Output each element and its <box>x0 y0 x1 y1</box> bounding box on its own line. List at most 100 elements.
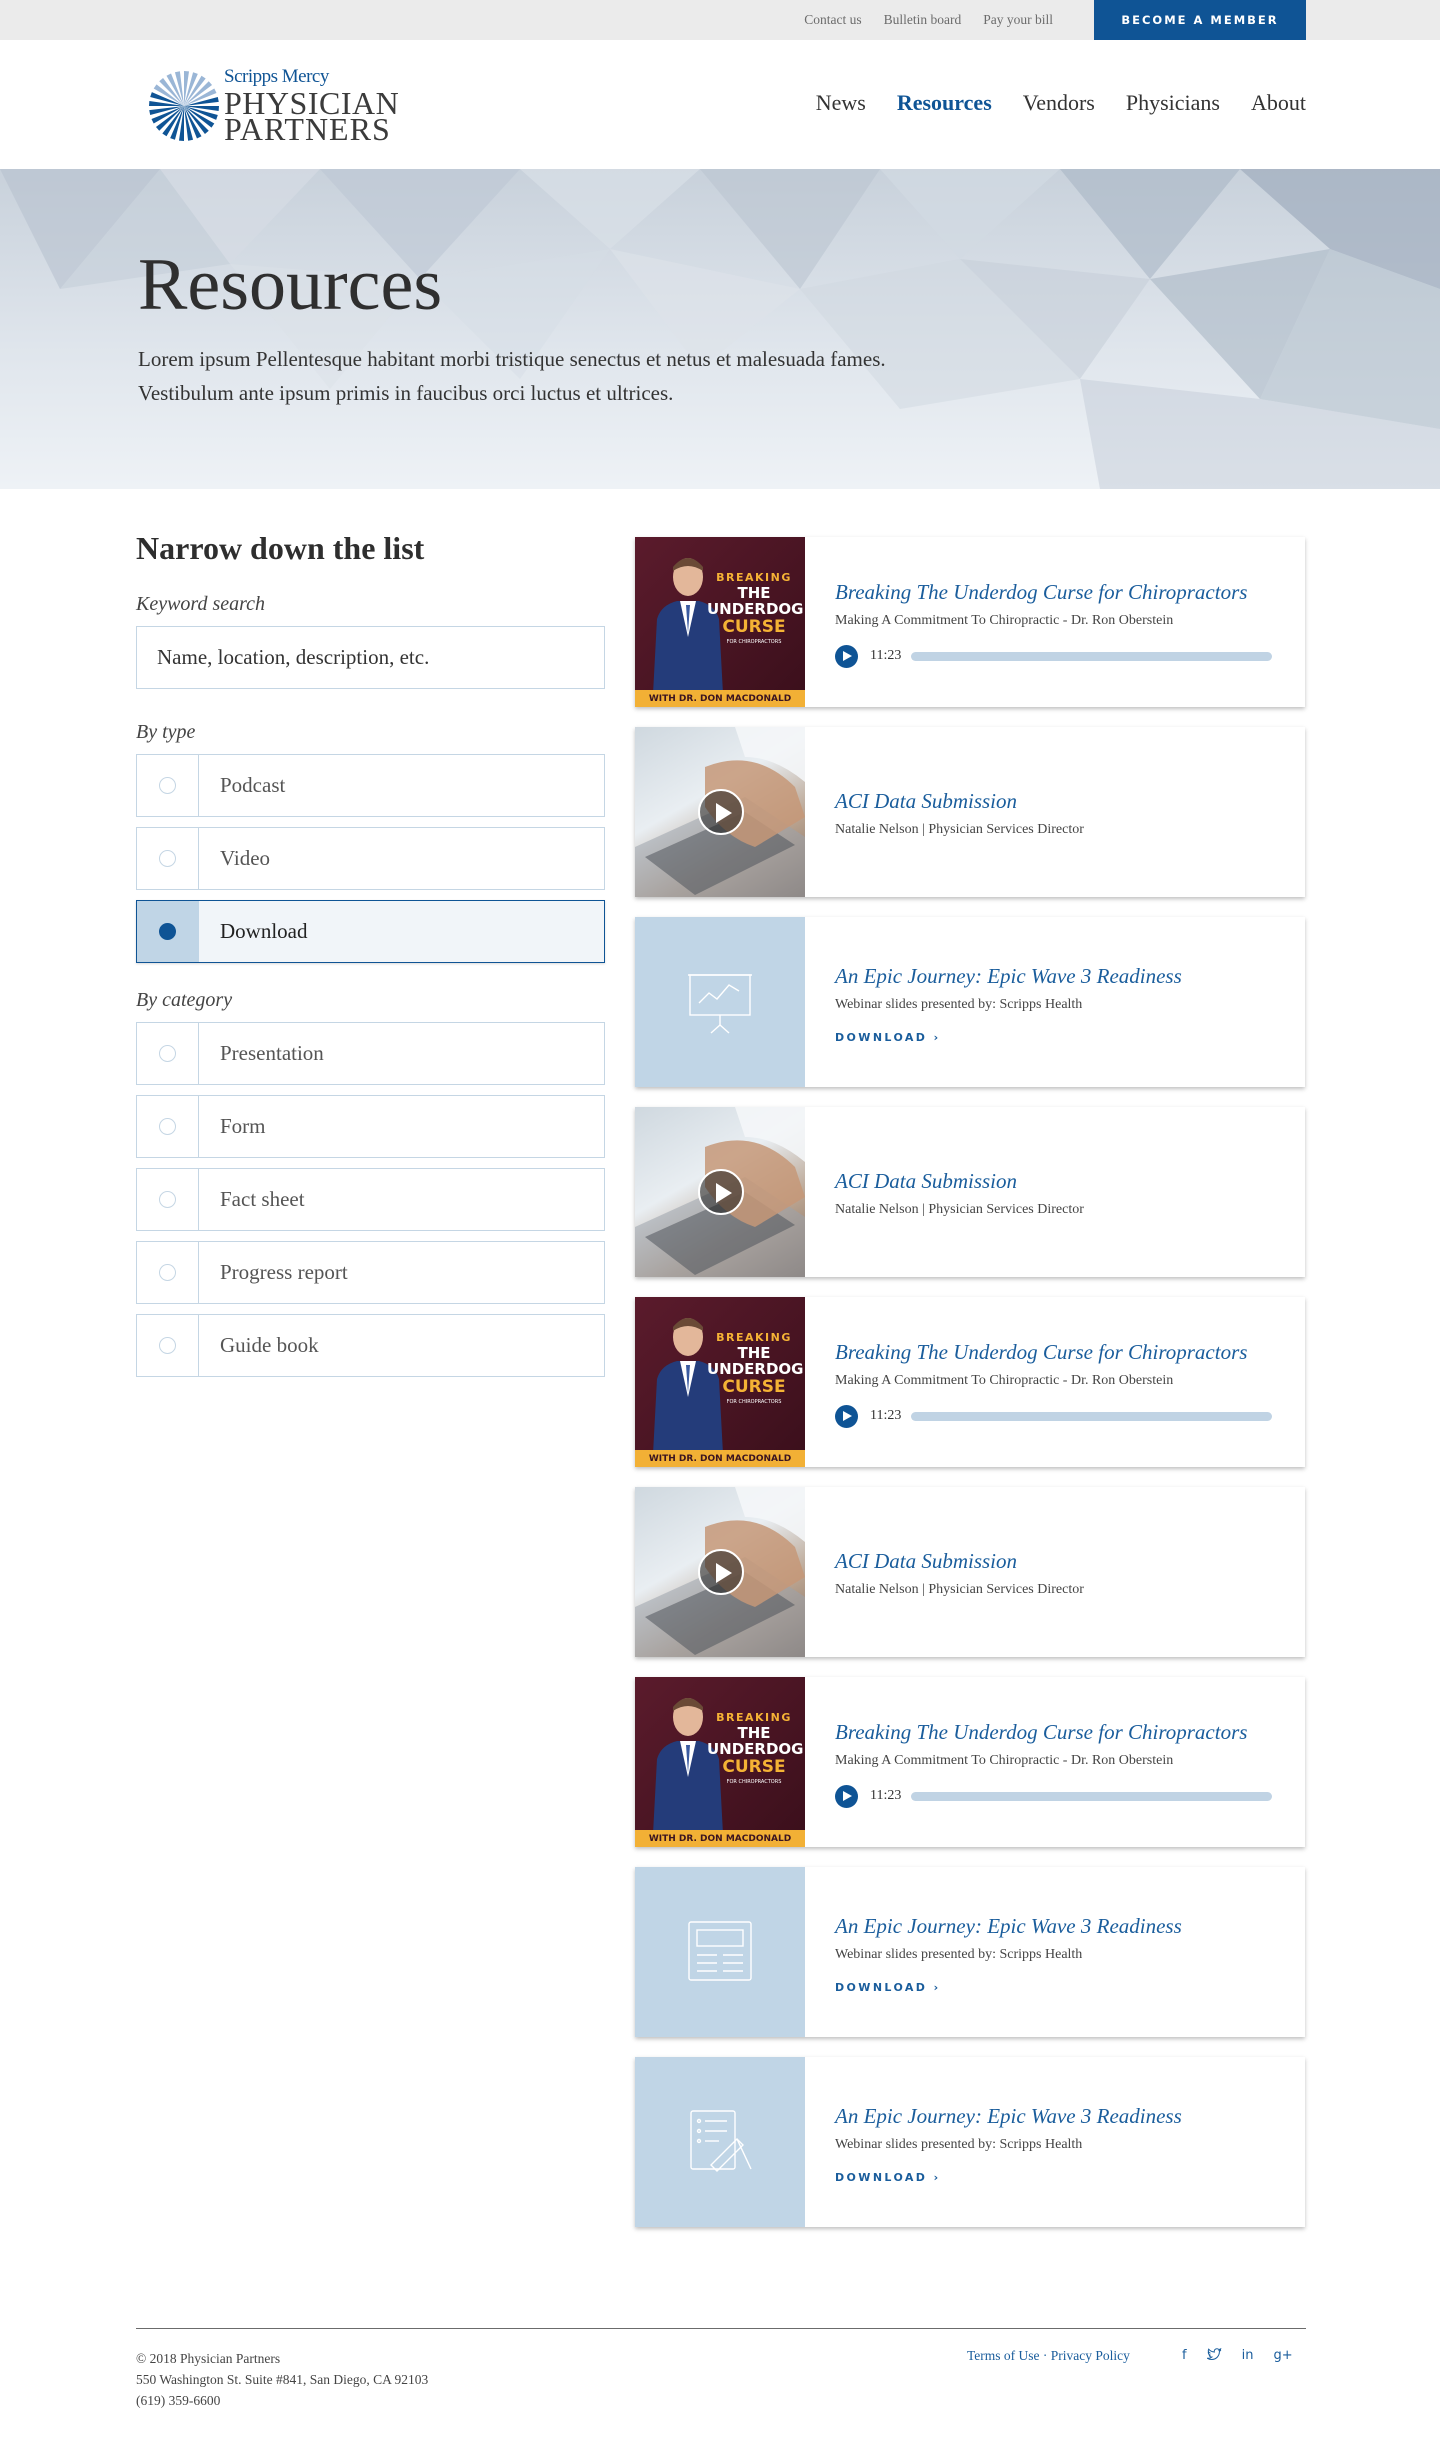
nav-physicians[interactable]: Physicians <box>1126 90 1220 116</box>
play-audio-icon[interactable] <box>835 1404 858 1428</box>
download-link[interactable]: DOWNLOAD › <box>835 1031 1285 1044</box>
category-option-guide-book[interactable]: Guide book <box>136 1314 605 1377</box>
bulletin-board-link[interactable]: Bulletin board <box>884 12 962 28</box>
resource-card-podcast[interactable]: BREAKING THE UNDERDOG CURSE FOR CHIROPRA… <box>635 1677 1305 1847</box>
radio-button[interactable] <box>137 1315 199 1376</box>
category-option-form[interactable]: Form <box>136 1095 605 1158</box>
type-option-download[interactable]: Download <box>136 900 605 963</box>
category-option-fact-sheet[interactable]: Fact sheet <box>136 1168 605 1231</box>
card-title[interactable]: Breaking The Underdog Curse for Chiropra… <box>835 1337 1285 1367</box>
category-option-progress-report[interactable]: Progress report <box>136 1241 605 1304</box>
terms-of-use-link[interactable]: Terms of Use <box>967 2348 1040 2363</box>
card-subtitle: Natalie Nelson | Physician Services Dire… <box>835 1202 1084 1217</box>
privacy-policy-link[interactable]: Privacy Policy <box>1051 2348 1130 2363</box>
podcast-cover-image[interactable]: BREAKING THE UNDERDOG CURSE FOR CHIROPRA… <box>635 1297 805 1467</box>
nav-resources[interactable]: Resources <box>897 90 992 116</box>
cover-text: FOR CHIROPRACTORS <box>726 1399 782 1405</box>
radio-button[interactable] <box>137 755 199 816</box>
download-thumbnail[interactable] <box>635 1867 805 2037</box>
resource-card-podcast[interactable]: BREAKING THE UNDERDOG CURSE FOR CHIROPRA… <box>635 1297 1305 1467</box>
card-info: ACI Data Submission Natalie Nelson | Phy… <box>835 1487 1285 1657</box>
card-info: ACI Data Submission Natalie Nelson | Phy… <box>835 727 1285 897</box>
type-option-video[interactable]: Video <box>136 827 605 890</box>
audio-duration: 11:23 <box>870 648 902 663</box>
audio-progress-bar[interactable] <box>911 651 1273 661</box>
card-title[interactable]: An Epic Journey: Epic Wave 3 Readiness <box>835 961 1285 991</box>
card-title[interactable]: Breaking The Underdog Curse for Chiropra… <box>835 577 1285 607</box>
option-label: Podcast <box>220 773 286 797</box>
play-audio-icon[interactable] <box>835 1784 858 1808</box>
radio-button-selected[interactable] <box>137 901 199 962</box>
radio-button[interactable] <box>137 1242 199 1303</box>
card-subtitle: Making A Commitment To Chiropractic - Dr… <box>835 1752 1174 1768</box>
card-info: Breaking The Underdog Curse for Chiropra… <box>835 537 1285 707</box>
keyword-search-input[interactable]: Name, location, description, etc. <box>136 626 605 689</box>
card-title[interactable]: An Epic Journey: Epic Wave 3 Readiness <box>835 2101 1285 2131</box>
audio-player: 11:23 <box>835 644 1285 668</box>
category-option-presentation[interactable]: Presentation <box>136 1022 605 1085</box>
resource-card-download[interactable]: An Epic Journey: Epic Wave 3 Readiness W… <box>635 1867 1305 2037</box>
contact-us-link[interactable]: Contact us <box>804 12 861 28</box>
option-label: Progress report <box>220 1260 348 1284</box>
pay-bill-link[interactable]: Pay your bill <box>983 12 1053 28</box>
audio-player: 11:23 <box>835 1404 1285 1428</box>
facebook-icon[interactable]: f <box>1182 2348 1187 2365</box>
footer-legal-links: Terms of Use · Privacy Policy <box>967 2348 1130 2364</box>
play-audio-icon[interactable] <box>835 644 858 668</box>
site-logo[interactable]: Scripps Mercy PHYSICIAN PARTNERS <box>148 66 418 146</box>
card-title[interactable]: ACI Data Submission <box>835 1546 1285 1576</box>
footer-copyright: © 2018 Physician Partners <box>136 2351 281 2366</box>
footer-address: 550 Washington St. Suite #841, San Diego… <box>136 2372 429 2387</box>
radio-button[interactable] <box>137 1169 199 1230</box>
resource-card-podcast[interactable]: BREAKING THE UNDERDOG CURSE FOR CHIROPRA… <box>635 537 1305 707</box>
card-subtitle: Webinar slides presented by: Scripps Hea… <box>835 1946 1083 1962</box>
utility-links: Contact us Bulletin board Pay your bill <box>804 0 1053 40</box>
main-nav: News Resources Vendors Physicians About <box>816 90 1306 116</box>
download-thumbnail[interactable] <box>635 2057 805 2227</box>
resource-card-download[interactable]: An Epic Journey: Epic Wave 3 Readiness W… <box>635 2057 1305 2227</box>
linkedin-icon[interactable]: in <box>1242 2348 1254 2365</box>
card-title[interactable]: An Epic Journey: Epic Wave 3 Readiness <box>835 1911 1285 1941</box>
card-title[interactable]: ACI Data Submission <box>835 1166 1285 1196</box>
play-video-icon[interactable] <box>698 789 744 835</box>
cover-text: UNDERDOG <box>707 600 804 618</box>
site-header: Scripps Mercy PHYSICIAN PARTNERS News Re… <box>0 40 1440 169</box>
radio-button[interactable] <box>137 828 199 889</box>
google-plus-icon[interactable]: g+ <box>1273 2348 1292 2365</box>
nav-news[interactable]: News <box>816 90 866 116</box>
cover-text: UNDERDOG <box>707 1360 804 1378</box>
nav-about[interactable]: About <box>1251 90 1306 116</box>
twitter-icon[interactable] <box>1205 2347 1222 2365</box>
card-subtitle: Natalie Nelson | Physician Services Dire… <box>835 822 1084 837</box>
podcast-cover-image[interactable]: BREAKING THE UNDERDOG CURSE FOR CHIROPRA… <box>635 537 805 707</box>
card-title[interactable]: ACI Data Submission <box>835 786 1285 816</box>
audio-progress-bar[interactable] <box>911 1411 1273 1421</box>
resource-card-video[interactable]: ACI Data Submission Natalie Nelson | Phy… <box>635 727 1305 897</box>
resource-card-video[interactable]: ACI Data Submission Natalie Nelson | Phy… <box>635 1487 1305 1657</box>
video-thumbnail[interactable] <box>635 1487 805 1657</box>
download-link[interactable]: DOWNLOAD › <box>835 2171 1285 2184</box>
download-link[interactable]: DOWNLOAD › <box>835 1981 1285 1994</box>
radio-button[interactable] <box>137 1096 199 1157</box>
become-member-button[interactable]: BECOME A MEMBER <box>1094 0 1306 40</box>
type-option-podcast[interactable]: Podcast <box>136 754 605 817</box>
logo-line-3: PARTNERS <box>224 111 391 147</box>
video-thumbnail[interactable] <box>635 727 805 897</box>
video-thumbnail[interactable] <box>635 1107 805 1277</box>
nav-vendors[interactable]: Vendors <box>1023 90 1095 116</box>
option-label: Download <box>220 919 308 943</box>
card-title[interactable]: Breaking The Underdog Curse for Chiropra… <box>835 1717 1285 1747</box>
cover-band: WITH DR. DON MACDONALD <box>635 690 805 707</box>
audio-progress-bar[interactable] <box>911 1791 1273 1801</box>
resource-card-download[interactable]: An Epic Journey: Epic Wave 3 Readiness W… <box>635 917 1305 1087</box>
category-filter-label: By category <box>136 989 233 1011</box>
play-video-icon[interactable] <box>698 1169 744 1215</box>
footer-link-separator: · <box>1039 2348 1051 2363</box>
podcast-cover-image[interactable]: BREAKING THE UNDERDOG CURSE FOR CHIROPRA… <box>635 1677 805 1847</box>
play-video-icon[interactable] <box>698 1549 744 1595</box>
radio-button[interactable] <box>137 1023 199 1084</box>
cover-text: UNDERDOG <box>707 1740 804 1758</box>
download-thumbnail[interactable] <box>635 917 805 1087</box>
option-label: Form <box>220 1114 266 1138</box>
resource-card-video[interactable]: ACI Data Submission Natalie Nelson | Phy… <box>635 1107 1305 1277</box>
